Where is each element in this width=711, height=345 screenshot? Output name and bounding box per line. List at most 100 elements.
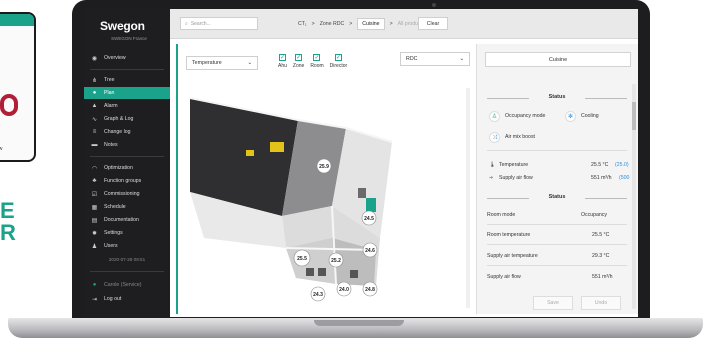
crumb-ct[interactable]: CT₁: [298, 21, 307, 27]
laptop-notch: [314, 320, 404, 326]
sidebar-item-optimization[interactable]: ◠ Optimization: [84, 162, 170, 174]
person-icon: ♙: [489, 111, 500, 122]
sidebar-user[interactable]: ● Carole (Service): [84, 279, 170, 291]
chevron-down-icon: ⌄: [247, 60, 252, 66]
divider: [487, 150, 627, 151]
divider: [487, 224, 627, 225]
checklist-icon: ☑: [91, 191, 98, 198]
checkbox-checked-icon: ✓: [334, 54, 342, 61]
sidebar-item-label: Schedule: [104, 204, 126, 210]
crumb-separator: >: [311, 21, 315, 27]
check-zone[interactable]: ✓ Zone: [293, 54, 304, 69]
tree-icon: ⋔: [91, 77, 98, 84]
sidebar-item-users[interactable]: ♟ Users: [84, 240, 170, 252]
crumb-cuisine[interactable]: Cuisine: [357, 18, 385, 30]
vertical-scrollbar[interactable]: [466, 88, 470, 308]
eye-icon: ◉: [91, 55, 98, 62]
divider: [90, 69, 164, 70]
room-temp-label: 24.6: [365, 248, 375, 254]
bell-icon: ▲: [91, 103, 98, 109]
sidebar-item-label: Plan: [104, 90, 115, 96]
room-temp-label: 24.5: [364, 216, 374, 222]
floor-select[interactable]: RDC ⌄: [400, 52, 470, 66]
search-input[interactable]: ⌕ Search...: [180, 17, 258, 30]
phone-mockup: ow: [0, 12, 36, 162]
detail-panel: Cuisine Status ♙ Occupancy mode ✻ Coolin…: [476, 44, 638, 314]
furniture-icon: [270, 142, 284, 152]
room-temp-label: 25.5: [297, 256, 307, 262]
group-icon: ♣: [92, 178, 97, 184]
sidebar-item-logout[interactable]: ⇥ Log out: [84, 293, 170, 305]
chevron-down-icon: ⌄: [459, 56, 464, 62]
row-value: 551 m³/h: [592, 274, 613, 280]
status-heading-2: Status: [487, 194, 627, 202]
panel-scrollbar[interactable]: [632, 84, 636, 309]
app-screen: Swegon SWEGON France ◉ Overview ⋔ Tree ●…: [84, 9, 638, 317]
zone-title: Cuisine: [485, 52, 631, 67]
plan-view: Temperature ⌄ ✓ Ahu ✓ Zone ✓ Room ✓ Dire…: [176, 44, 470, 314]
sidebar-item-overview[interactable]: ◉ Overview: [84, 52, 170, 64]
sidebar-item-alarm[interactable]: ▲ Alarm: [84, 100, 170, 112]
sidebar-item-label: Notes: [104, 142, 118, 148]
floor-select-value: RDC: [406, 56, 418, 62]
sidebar-item-label: Function groups: [104, 178, 142, 184]
sidebar-item-tree[interactable]: ⋔ Tree: [84, 74, 170, 86]
arrow-right-icon: ➔: [489, 175, 494, 181]
status-occupancy: Occupancy mode: [505, 113, 546, 119]
check-label: Room: [310, 63, 324, 69]
row-value: 25.5 °C: [592, 232, 610, 238]
document-icon: ▤: [91, 217, 98, 224]
view-select[interactable]: Temperature ⌄: [186, 56, 258, 70]
reading-label: Supply air flow: [499, 175, 533, 181]
side-letter-1: E: [0, 198, 15, 223]
sidebar-item-plan[interactable]: ● Plan: [84, 87, 170, 99]
sidebar-item-graph-log[interactable]: ∿ Graph & Log: [84, 113, 170, 125]
floor-plan[interactable]: 25.9 24.5 24.6 25.5 25.2 24.3 24.0 24.8: [186, 88, 426, 303]
row-value: Occupancy: [581, 212, 607, 218]
divider: [90, 156, 164, 157]
sidebar-item-change-log[interactable]: ≡ Change log: [84, 126, 170, 138]
top-bar: ⌕ Search... CT₁ > Zone RDC > Cuisine > A…: [170, 9, 638, 39]
clear-button[interactable]: Clear: [418, 17, 448, 30]
calendar-icon: ▦: [91, 204, 98, 211]
sidebar-item-label: Tree: [104, 77, 115, 83]
checkbox-checked-icon: ✓: [313, 54, 321, 61]
breadcrumb: CT₁ > Zone RDC > Cuisine > All product: [298, 18, 422, 30]
check-room[interactable]: ✓ Room: [310, 54, 324, 69]
check-director[interactable]: ✓ Director: [330, 54, 347, 69]
sidebar-item-label: Settings: [104, 230, 123, 236]
brand-logo: Swegon: [100, 19, 145, 33]
row-label: Supply air tempeature: [487, 253, 538, 259]
user-icon: ●: [92, 282, 97, 288]
sidebar-item-documentation[interactable]: ▤ Documentation: [84, 214, 170, 226]
reading-value: 25.5 °C: [591, 162, 609, 168]
check-label: Ahu: [278, 63, 287, 69]
sidebar-item-function-groups[interactable]: ♣ Function groups: [84, 175, 170, 187]
room-temp-label: 24.0: [339, 287, 349, 293]
divider: [487, 244, 627, 245]
logout-icon: ⇥: [91, 296, 98, 303]
note-icon: ▬: [91, 142, 98, 148]
scrollbar-thumb[interactable]: [632, 102, 636, 130]
sidebar-item-schedule[interactable]: ▦ Schedule: [84, 201, 170, 213]
crumb-separator: >: [349, 21, 353, 27]
stage: ow E R Swegon SWEGON France ◉ Overview ⋔…: [0, 0, 711, 345]
undo-button[interactable]: Undo: [581, 296, 621, 310]
sidebar-item-settings[interactable]: ✹ Settings: [84, 227, 170, 239]
sidebar-item-commissioning[interactable]: ☑ Commissioning: [84, 188, 170, 200]
brand-subtitle: SWEGON France: [111, 36, 147, 41]
check-ahu[interactable]: ✓ Ahu: [278, 54, 287, 69]
crumb-zone[interactable]: Zone RDC: [320, 21, 345, 27]
divider: [487, 265, 627, 266]
save-button[interactable]: Save: [533, 296, 573, 310]
sidebar-item-label: Overview: [104, 55, 126, 61]
row-value: 29.3 °C: [592, 253, 610, 259]
sidebar-item-notes[interactable]: ▬ Notes: [84, 139, 170, 151]
reading-setpoint: (25.0): [615, 162, 629, 168]
side-letter-2: R: [0, 220, 16, 245]
sidebar-item-label: Change log: [104, 129, 131, 135]
search-icon: ⌕: [185, 20, 188, 27]
sidebar-item-label: Documentation: [104, 217, 139, 223]
gear-icon: ✹: [91, 230, 98, 237]
thermometer-icon: 🌡: [489, 162, 496, 168]
